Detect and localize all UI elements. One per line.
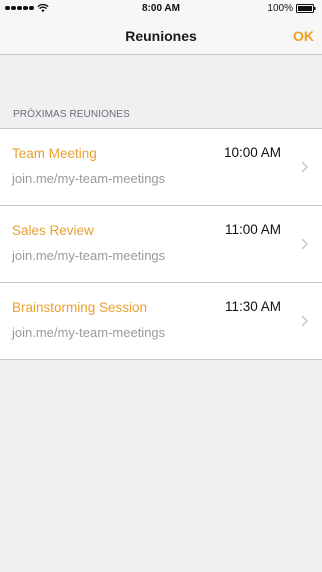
page-title: Reuniones <box>125 28 197 44</box>
meeting-time: 11:30 AM <box>224 299 281 314</box>
meeting-time: 10:00 AM <box>223 145 281 160</box>
ok-button[interactable]: OK <box>293 28 314 44</box>
battery-icon <box>296 4 316 13</box>
meeting-title: Sales Review <box>12 223 94 238</box>
meeting-row[interactable]: Sales Review join.me/my-team-meetings 11… <box>0 205 322 282</box>
meeting-row[interactable]: Team Meeting join.me/my-team-meetings 10… <box>0 129 322 205</box>
meeting-link: join.me/my-team-meetings <box>12 325 166 340</box>
battery-percentage: 100% <box>267 3 293 14</box>
meeting-title: Team Meeting <box>12 146 97 161</box>
chevron-right-icon <box>301 238 308 250</box>
status-bar: 8:00 AM 100% <box>0 0 322 18</box>
chevron-right-icon <box>301 315 308 327</box>
meeting-row[interactable]: Brainstorming Session join.me/my-team-me… <box>0 282 322 359</box>
meeting-title: Brainstorming Session <box>12 300 148 315</box>
meeting-link: join.me/my-team-meetings <box>12 171 166 186</box>
chevron-right-icon <box>301 161 308 173</box>
meeting-time: 11:00 AM <box>224 222 281 237</box>
section-header-upcoming-meetings: PRÓXIMAS REUNIONES <box>13 109 130 120</box>
status-right: 100% <box>267 3 316 14</box>
meeting-link: join.me/my-team-meetings <box>12 248 166 263</box>
navigation-bar: Reuniones OK <box>0 18 322 55</box>
meetings-list: Team Meeting join.me/my-team-meetings 10… <box>0 128 322 360</box>
